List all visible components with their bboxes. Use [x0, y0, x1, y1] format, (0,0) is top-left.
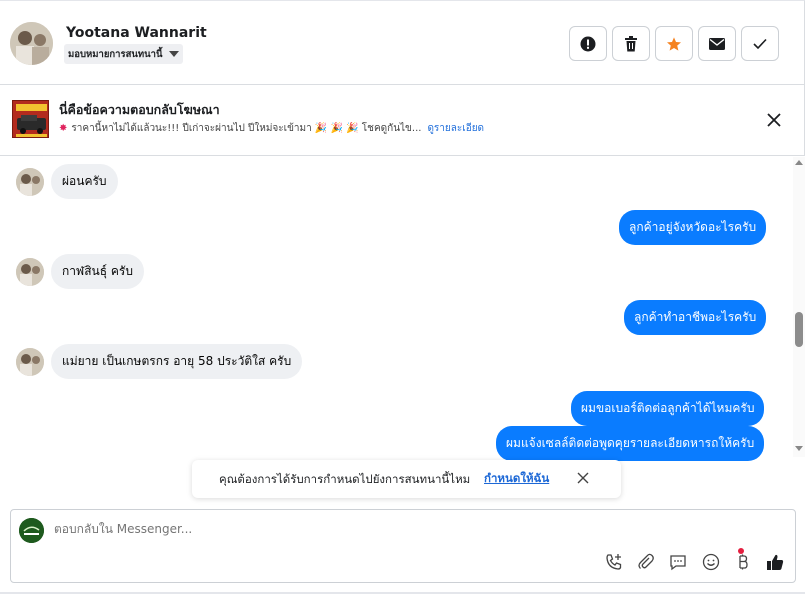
caret-down-icon — [168, 51, 179, 57]
notification-dot — [738, 548, 744, 554]
contact-avatar-small — [16, 347, 44, 376]
check-icon — [753, 38, 767, 49]
payment-baht-icon[interactable] — [733, 552, 753, 572]
saved-reply-icon[interactable] — [668, 552, 688, 572]
outgoing-message[interactable]: ผมขอเบอร์ติดต่อลูกค้าได้ไหมครับ — [571, 391, 765, 426]
mark-spam-button[interactable] — [569, 26, 607, 61]
star-button[interactable] — [655, 26, 693, 61]
ad-reply-banner: นี่คือข้อความตอบกลับโฆษณา ✸ ราคานี้หาไม่ไ… — [0, 85, 805, 156]
message-row: ผ่อนครับ — [16, 164, 118, 199]
message-row: แม่ยาย เป็นเกษตรกร อายุ 58 ประวัติใส ครั… — [16, 344, 303, 379]
trash-icon — [625, 35, 637, 51]
incoming-message[interactable]: ผ่อนครับ — [51, 164, 118, 199]
assign-conversation-dropdown[interactable]: มอบหมายการสนทนานี้ — [64, 44, 183, 64]
conversation-header: Yootana Wannarit มอบหมายการสนทนานี้ — [0, 0, 805, 85]
outgoing-message[interactable]: ลูกค้าทำอาชีพอะไรครับ — [624, 300, 767, 335]
assign-prompt-text: คุณต้องการได้รับการกำหนดไปยังการสนทนานี้… — [219, 472, 471, 486]
message-row: กาฬสินธุ์ ครับ — [16, 254, 144, 289]
ad-thumbnail[interactable] — [12, 100, 49, 138]
close-icon[interactable] — [577, 472, 589, 484]
delete-button[interactable] — [612, 26, 650, 61]
incoming-message[interactable]: กาฬสินธุ์ ครับ — [51, 254, 144, 289]
phone-add-icon[interactable] — [604, 552, 624, 572]
reply-composer — [10, 509, 796, 583]
scroll-down-arrow-icon[interactable] — [795, 446, 803, 451]
ad-title: นี่คือข้อความตอบกลับโฆษณา — [59, 102, 220, 117]
assign-to-me-link[interactable]: กำหนดให้ฉัน — [484, 470, 549, 488]
page-avatar — [19, 518, 44, 543]
contact-avatar[interactable] — [10, 22, 53, 65]
scrollbar-thumb[interactable] — [795, 312, 803, 347]
emoji-icon[interactable] — [701, 552, 721, 572]
incoming-message[interactable]: แม่ยาย เป็นเกษตรกร อายุ 58 ประวัติใส ครั… — [51, 344, 303, 379]
message-thread: ผ่อนครับ ลูกค้าอยู่จังหวัดอะไรครับ กาฬสิ… — [0, 157, 805, 461]
attachment-icon[interactable] — [636, 552, 656, 572]
outgoing-message[interactable]: ลูกค้าอยู่จังหวัดอะไรครับ — [619, 210, 767, 245]
contact-name[interactable]: Yootana Wannarit — [66, 25, 207, 41]
close-icon[interactable] — [766, 112, 782, 128]
ad-subtitle: ✸ ราคานี้หาไม่ได้แล้วนะ!!! ปีเก่าจะผ่านไป… — [59, 123, 485, 134]
mark-unread-button[interactable] — [698, 26, 736, 61]
contact-avatar-small — [16, 167, 44, 196]
contact-avatar-small — [16, 257, 44, 286]
message-scrollbar[interactable] — [793, 157, 805, 457]
outgoing-message[interactable]: ผมแจ้งเซลล์ติดต่อพูดคุยรายละเอียดหารถให้… — [496, 426, 765, 461]
assign-prompt-toast: คุณต้องการได้รับการกำหนดไปยังการสนทนานี้… — [192, 460, 621, 498]
thumbs-up-icon[interactable] — [765, 552, 785, 572]
spam-icon — [580, 36, 596, 51]
star-icon — [667, 36, 681, 51]
mark-done-button[interactable] — [741, 26, 779, 61]
reply-input[interactable] — [54, 522, 554, 536]
envelope-icon — [709, 37, 725, 50]
assign-label: มอบหมายการสนทนานี้ — [68, 48, 163, 60]
ad-details-link[interactable]: ดูรายละเอียด — [427, 123, 484, 134]
scroll-up-arrow-icon[interactable] — [795, 160, 803, 165]
sparkle-icon: ✸ — [59, 123, 68, 134]
